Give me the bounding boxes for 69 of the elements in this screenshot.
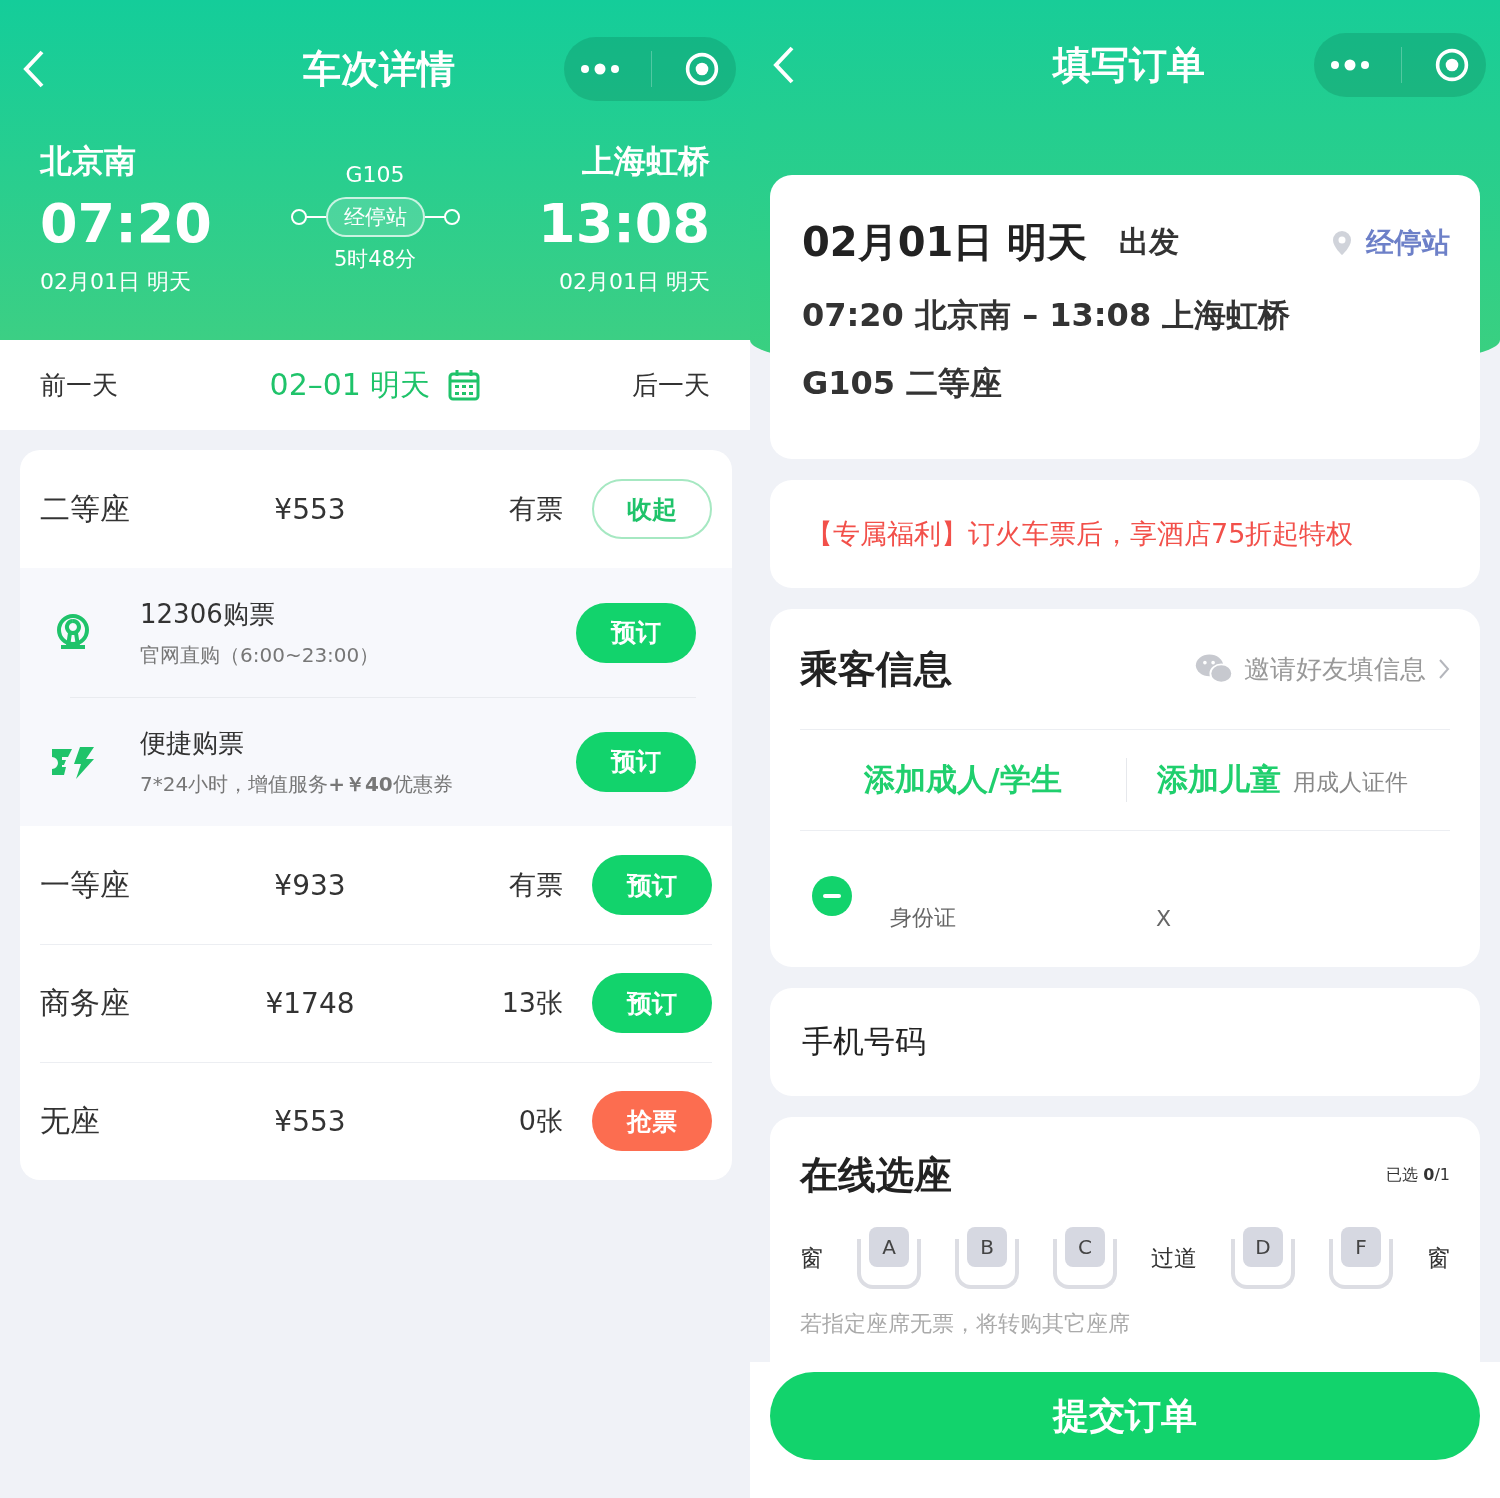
option-title: 便捷购票: [140, 726, 245, 760]
seat-availability: 有票: [508, 492, 563, 526]
seat-position-label: 过道: [1151, 1243, 1197, 1273]
book-button[interactable]: 预订: [576, 602, 696, 663]
target-icon[interactable]: [684, 51, 721, 87]
seat-price: ¥553: [273, 1104, 347, 1138]
pin-icon[interactable]: [1332, 229, 1352, 256]
back-icon[interactable]: [22, 49, 46, 89]
option-title: 12306购票: [140, 597, 276, 631]
seat-class: 二等座: [40, 489, 131, 528]
chevron-icon[interactable]: [1438, 658, 1450, 680]
departure-date: 02月01日 明天: [40, 268, 192, 296]
id-type: 身份证: [890, 904, 956, 932]
previous-day-link[interactable]: 前一天: [40, 367, 118, 403]
back-icon[interactable]: [772, 45, 796, 85]
seat-availability: 有票: [508, 868, 563, 902]
arrival-time: 13:08: [538, 192, 710, 255]
train-number: G105: [345, 162, 405, 187]
seat-price: ¥1748: [264, 986, 356, 1020]
departure-station: 北京南: [40, 141, 137, 182]
option-description: 官网直购（6:00~23:00）: [140, 641, 380, 669]
add-adult-button[interactable]: 添加成人/学生: [800, 759, 1126, 801]
seat-action-button[interactable]: 抢票: [592, 1091, 712, 1151]
next-day-link[interactable]: 后一天: [632, 367, 710, 403]
section-title: 在线选座: [800, 1151, 952, 1199]
seat-class: 一等座: [40, 865, 131, 904]
seat-class: 商务座: [40, 983, 131, 1022]
invite-friend-link[interactable]: 邀请好友填信息: [1244, 651, 1426, 687]
phone-label: 手机号码: [802, 1022, 926, 1061]
departure-time: 07:20: [40, 192, 212, 255]
duration: 5时48分: [333, 246, 417, 273]
seat-action-button[interactable]: 预订: [592, 973, 712, 1033]
seat-class: 无座: [40, 1101, 101, 1140]
seat-availability: 13张: [500, 986, 563, 1020]
child-note: 用成人证件: [1293, 768, 1408, 797]
stops-button[interactable]: 经停站: [325, 197, 425, 237]
target-icon[interactable]: [1434, 47, 1471, 83]
add-child-button[interactable]: 添加儿童: [1157, 759, 1281, 801]
arrival-station: 上海虹桥: [582, 141, 710, 182]
seat-position-label: 窗: [1427, 1243, 1450, 1273]
seat-action-button[interactable]: 收起: [592, 479, 712, 539]
seat-position-label: 窗: [800, 1243, 823, 1273]
page-title: 填写订单: [1053, 41, 1205, 89]
current-date[interactable]: 02–01 明天: [269, 364, 431, 406]
depart-label: 出发: [1119, 223, 1180, 261]
remove-icon[interactable]: [812, 876, 852, 916]
stops-link[interactable]: 经停站: [1366, 223, 1450, 262]
line-end-icon: [289, 208, 326, 226]
trip-date: 02月01日 明天: [802, 218, 1088, 267]
seat-price: ¥933: [273, 868, 347, 902]
seat-availability: 0张: [517, 1104, 563, 1138]
id-number: X: [1156, 905, 1172, 931]
train-seat: G105 二等座: [802, 362, 1450, 406]
selected-count: 已选 0/1: [1386, 1164, 1450, 1186]
seat-action-button[interactable]: 预订: [592, 855, 712, 915]
submit-order-button[interactable]: 提交订单: [770, 1372, 1480, 1460]
trip-route: 07:20 北京南 – 13:08 上海虹桥: [802, 295, 1292, 336]
promo-text[interactable]: 【专属福利】订火车票后，享酒店75折起特权: [806, 516, 1354, 552]
calendar-icon[interactable]: [448, 369, 481, 401]
book-button[interactable]: 预订: [576, 731, 696, 792]
more-icon[interactable]: [579, 63, 620, 75]
more-icon[interactable]: [1329, 59, 1370, 71]
arrival-date: 02月01日 明天: [559, 268, 710, 296]
seat-note: 若指定座席无票，将转购其它座席: [800, 1310, 1131, 1338]
section-title: 乘客信息: [800, 645, 952, 693]
line-end-icon: [424, 208, 461, 226]
option-description: 7*24小时，增值服务+￥40优惠券: [140, 770, 453, 798]
page-title: 车次详情: [303, 45, 455, 93]
seat-price: ¥553: [273, 492, 347, 526]
